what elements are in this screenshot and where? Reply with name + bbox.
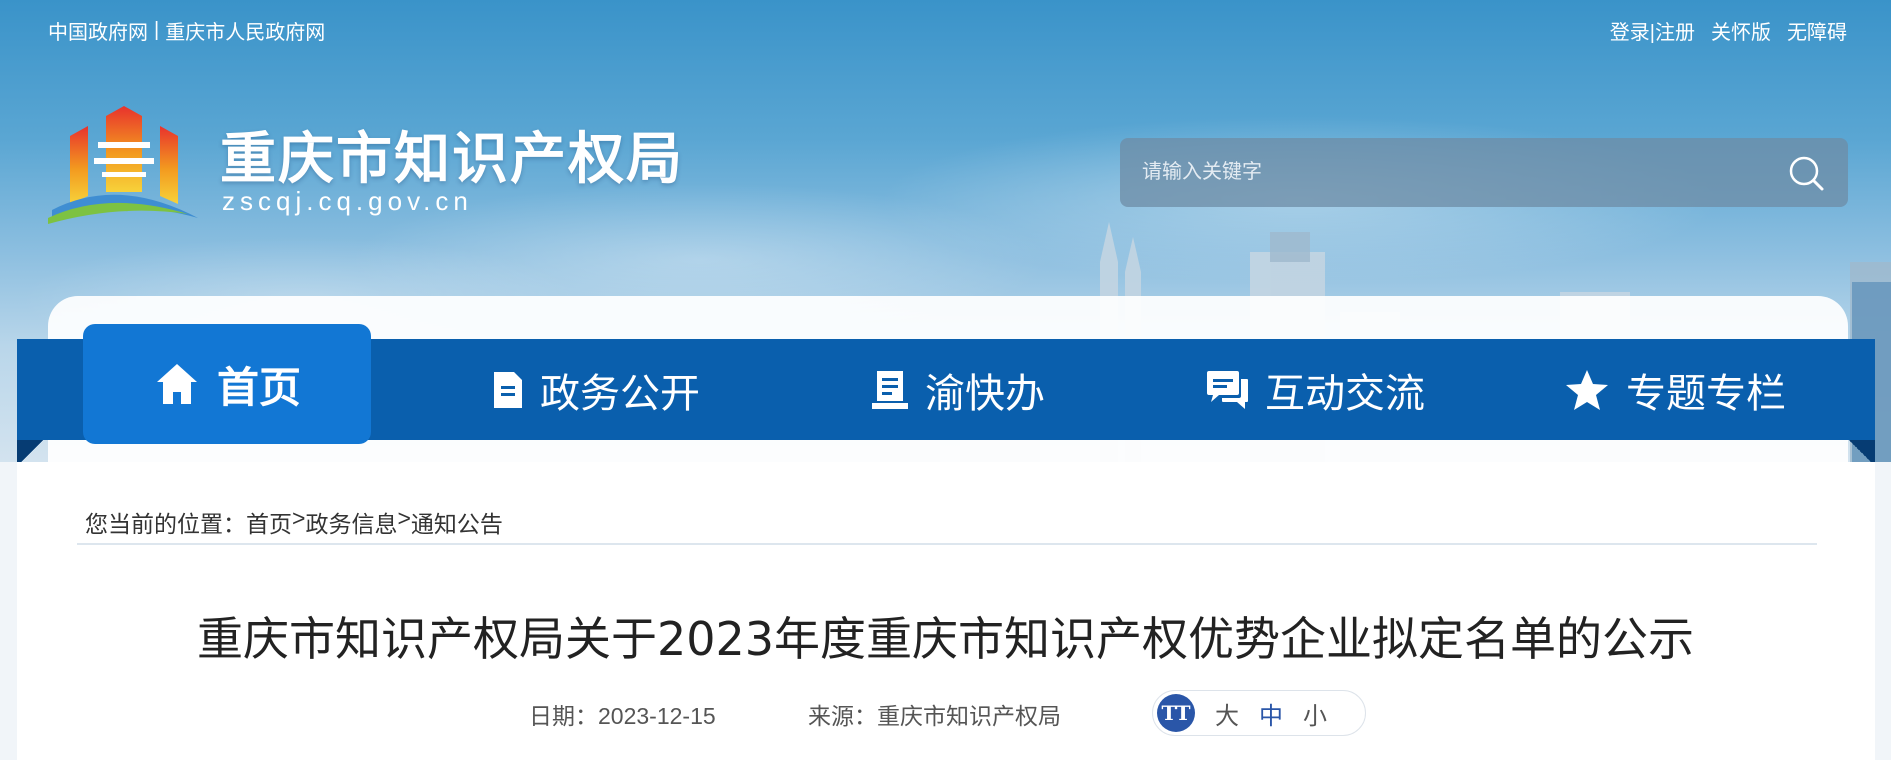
document-icon — [494, 371, 522, 408]
site-title: 重庆市知识产权局 — [220, 127, 684, 192]
nav-item-interaction[interactable]: 互动交流 — [1190, 339, 1440, 440]
desk-icon — [872, 370, 908, 409]
top-links: 中国政府网 | 重庆市人民政府网 — [48, 16, 325, 45]
nav-label-home: 首页 — [216, 362, 301, 412]
home-icon — [156, 364, 197, 404]
breadcrumb-home[interactable]: 首页 — [246, 505, 292, 539]
nav-label-special-topics: 专题专栏 — [1626, 370, 1786, 417]
breadcrumb-gov-info[interactable]: 政务信息 — [305, 505, 397, 539]
nav-corner-left — [17, 440, 47, 462]
accessibility-link[interactable]: 无障碍 — [1787, 16, 1847, 45]
search-icon[interactable] — [1786, 153, 1826, 193]
search-input[interactable] — [1142, 161, 1786, 184]
site-logo — [48, 106, 198, 224]
nav-label-interaction: 互动交流 — [1265, 370, 1425, 417]
breadcrumb-prefix: 您当前的位置： — [85, 511, 246, 537]
top-right-links: 登录|注册 关怀版 无障碍 — [1610, 16, 1847, 45]
breadcrumb-divider — [77, 543, 1817, 545]
nav-label-yukuaiban: 渝快办 — [925, 370, 1045, 417]
nav-corner-right — [1845, 440, 1875, 462]
nav-label-gov-affairs: 政务公开 — [540, 370, 700, 417]
font-size-medium[interactable]: 中 — [1259, 696, 1283, 731]
care-mode-link[interactable]: 关怀版 — [1711, 16, 1771, 45]
nav-item-home[interactable]: 首页 — [83, 324, 371, 444]
breadcrumb-separator: > — [292, 505, 306, 531]
nav-item-gov-affairs[interactable]: 政务公开 — [470, 339, 720, 440]
star-icon — [1566, 369, 1608, 410]
font-size-switcher: TT 大 中 小 — [1152, 690, 1366, 736]
breadcrumb: 您当前的位置： 首页 > 政务信息 > 通知公告 — [85, 505, 503, 539]
chat-icon — [1207, 370, 1248, 409]
site-domain: zscqj.cq.gov.cn — [222, 186, 473, 216]
top-links-separator: | — [154, 19, 160, 41]
breadcrumb-separator: > — [397, 505, 411, 531]
link-gov-cn[interactable]: 中国政府网 — [48, 16, 148, 45]
font-size-small[interactable]: 小 — [1303, 696, 1327, 731]
article-title: 重庆市知识产权局关于2023年度重庆市知识产权优势企业拟定名单的公示 — [196, 612, 1695, 666]
article-source: 来源：重庆市知识产权局 — [808, 703, 1061, 729]
font-size-icon: TT — [1157, 694, 1195, 732]
breadcrumb-notices[interactable]: 通知公告 — [411, 505, 503, 539]
font-size-large[interactable]: 大 — [1215, 696, 1239, 731]
link-cq-gov[interactable]: 重庆市人民政府网 — [165, 16, 325, 45]
search-bar — [1120, 138, 1848, 207]
login-register-link[interactable]: 登录|注册 — [1610, 16, 1695, 45]
nav-item-yukuaiban[interactable]: 渝快办 — [848, 339, 1068, 440]
article-date: 日期：2023-12-15 — [529, 703, 716, 729]
nav-item-special-topics[interactable]: 专题专栏 — [1555, 339, 1795, 440]
